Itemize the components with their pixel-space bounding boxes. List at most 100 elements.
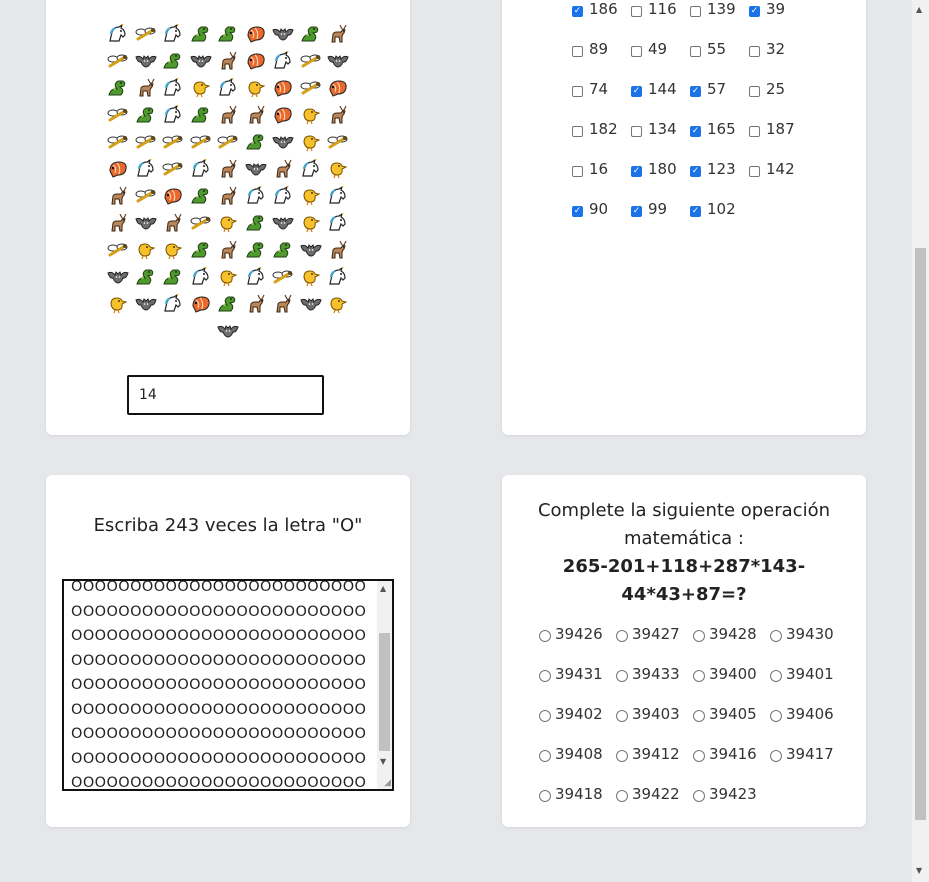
number-checkbox-item[interactable]: 165	[690, 120, 749, 160]
math-option[interactable]: 39400	[693, 665, 770, 705]
checkbox-checked[interactable]	[690, 166, 701, 177]
number-checkbox-item[interactable]: 187	[749, 120, 808, 160]
checkbox-unchecked[interactable]	[631, 6, 642, 17]
checkbox-checked[interactable]	[690, 86, 701, 97]
radio-button[interactable]	[616, 750, 628, 762]
checkbox-checked[interactable]	[749, 6, 760, 17]
checkbox-unchecked[interactable]	[749, 46, 760, 57]
number-checkbox-item[interactable]: 32	[749, 40, 808, 80]
checkbox-unchecked[interactable]	[631, 126, 642, 137]
radio-button[interactable]	[693, 750, 705, 762]
radio-button[interactable]	[616, 790, 628, 802]
checkbox-label: 102	[707, 200, 736, 218]
checkbox-unchecked[interactable]	[749, 86, 760, 97]
radio-button[interactable]	[693, 630, 705, 642]
math-option[interactable]: 39427	[616, 625, 693, 665]
math-option[interactable]: 39430	[770, 625, 847, 665]
number-checkbox-item[interactable]: 89	[572, 40, 631, 80]
math-option[interactable]: 39408	[539, 745, 616, 785]
checkbox-unchecked[interactable]	[749, 126, 760, 137]
math-option[interactable]: 39403	[616, 705, 693, 745]
number-checkbox-item[interactable]: 39	[749, 0, 808, 40]
checkbox-checked[interactable]	[631, 166, 642, 177]
checkbox-unchecked[interactable]	[690, 6, 701, 17]
math-option[interactable]: 39428	[693, 625, 770, 665]
math-option-label: 39401	[786, 665, 834, 683]
number-checkbox-item[interactable]: 90	[572, 200, 631, 240]
math-option[interactable]: 39402	[539, 705, 616, 745]
radio-button[interactable]	[770, 670, 782, 682]
page-scroll-thumb[interactable]	[915, 248, 926, 820]
math-option[interactable]: 39431	[539, 665, 616, 705]
radio-button[interactable]	[616, 630, 628, 642]
checkbox-checked[interactable]	[572, 6, 583, 17]
radio-button[interactable]	[539, 790, 551, 802]
checkbox-unchecked[interactable]	[631, 46, 642, 57]
dragonfly-icon	[159, 155, 187, 182]
resize-grip-icon[interactable]: ◢	[384, 778, 391, 788]
math-option[interactable]: 39416	[693, 745, 770, 785]
page-scrollbar[interactable]: ▲ ▼	[912, 0, 929, 882]
math-option[interactable]: 39418	[539, 785, 616, 825]
number-checkbox-item[interactable]: 74	[572, 80, 631, 120]
textarea-scroll-thumb[interactable]	[379, 633, 390, 751]
textarea-scrollbar[interactable]: ▲ ▼	[377, 581, 392, 789]
scroll-up-arrow-icon[interactable]: ▲	[380, 584, 386, 593]
radio-button[interactable]	[770, 710, 782, 722]
radio-button[interactable]	[539, 630, 551, 642]
deer-icon	[324, 101, 352, 128]
number-checkbox-item[interactable]: 116	[631, 0, 690, 40]
number-checkbox-item[interactable]: 123	[690, 160, 749, 200]
emoji-count-input[interactable]	[127, 375, 324, 415]
radio-button[interactable]	[693, 670, 705, 682]
radio-button[interactable]	[539, 710, 551, 722]
number-checkbox-item[interactable]: 186	[572, 0, 631, 40]
number-checkbox-item[interactable]: 102	[690, 200, 749, 240]
number-checkbox-item[interactable]: 134	[631, 120, 690, 160]
number-checkbox-item[interactable]: 16	[572, 160, 631, 200]
math-option[interactable]: 39401	[770, 665, 847, 705]
radio-button[interactable]	[616, 670, 628, 682]
number-checkbox-item[interactable]: 142	[749, 160, 808, 200]
number-checkbox-item[interactable]: 25	[749, 80, 808, 120]
checkbox-checked[interactable]	[572, 206, 583, 217]
checkbox-unchecked[interactable]	[572, 86, 583, 97]
math-option[interactable]: 39406	[770, 705, 847, 745]
scroll-down-arrow-icon[interactable]: ▼	[380, 757, 386, 766]
number-checkbox-item[interactable]: 99	[631, 200, 690, 240]
number-checkbox-item[interactable]: 180	[631, 160, 690, 200]
checkbox-checked[interactable]	[631, 206, 642, 217]
radio-button[interactable]	[770, 630, 782, 642]
math-option[interactable]: 39422	[616, 785, 693, 825]
radio-button[interactable]	[539, 670, 551, 682]
number-checkbox-item[interactable]: 49	[631, 40, 690, 80]
letter-textarea[interactable]: OOOOOOOOOOOOOOOOOOOOOOOOOOOOOOOOOOOOOOOO…	[62, 579, 394, 791]
math-option[interactable]: 39417	[770, 745, 847, 785]
checkbox-unchecked[interactable]	[572, 126, 583, 137]
radio-button[interactable]	[770, 750, 782, 762]
number-checkbox-item[interactable]: 139	[690, 0, 749, 40]
radio-button[interactable]	[616, 710, 628, 722]
math-option[interactable]: 39405	[693, 705, 770, 745]
checkbox-unchecked[interactable]	[690, 46, 701, 57]
number-checkbox-item[interactable]: 57	[690, 80, 749, 120]
math-option[interactable]: 39426	[539, 625, 616, 665]
radio-button[interactable]	[539, 750, 551, 762]
checkbox-checked[interactable]	[631, 86, 642, 97]
checkbox-unchecked[interactable]	[572, 166, 583, 177]
math-option[interactable]: 39433	[616, 665, 693, 705]
checkbox-checked[interactable]	[690, 126, 701, 137]
number-checkbox-item[interactable]: 144	[631, 80, 690, 120]
radio-button[interactable]	[693, 710, 705, 722]
number-checkbox-item[interactable]: 182	[572, 120, 631, 160]
page-scroll-up-icon[interactable]: ▲	[916, 5, 922, 14]
math-option[interactable]: 39423	[693, 785, 770, 825]
checkbox-unchecked[interactable]	[749, 166, 760, 177]
checkbox-unchecked[interactable]	[572, 46, 583, 57]
math-option[interactable]: 39412	[616, 745, 693, 785]
bat-icon	[269, 209, 297, 236]
radio-button[interactable]	[693, 790, 705, 802]
page-scroll-down-icon[interactable]: ▼	[916, 866, 922, 875]
checkbox-checked[interactable]	[690, 206, 701, 217]
number-checkbox-item[interactable]: 55	[690, 40, 749, 80]
